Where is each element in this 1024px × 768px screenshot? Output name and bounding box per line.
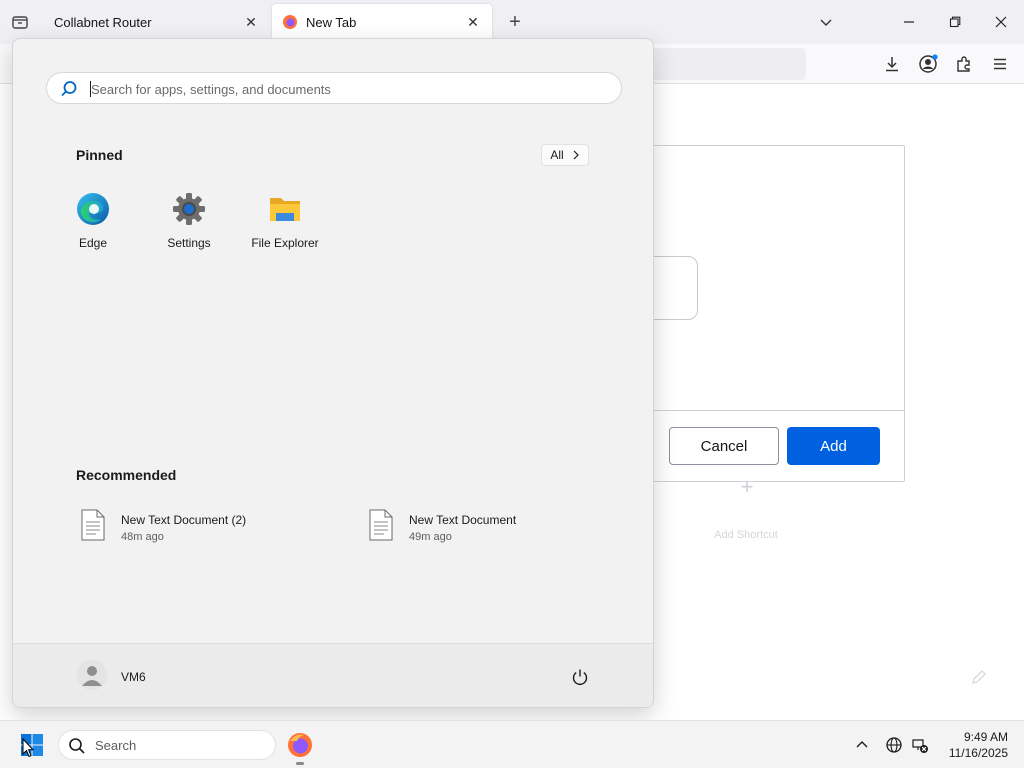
edge-icon — [77, 193, 109, 225]
start-user-bar: VM6 — [13, 643, 653, 707]
new-tab-plus-icon[interactable]: + — [504, 11, 526, 33]
clock-date: 11/16/2025 — [948, 746, 1008, 760]
pinned-app-settings[interactable]: Settings — [144, 187, 234, 257]
text-document-icon — [369, 509, 393, 541]
pinned-app-label: Edge — [78, 236, 108, 250]
recommended-item-time: 48m ago — [121, 531, 164, 543]
extensions-icon[interactable] — [952, 52, 976, 76]
taskbar: Search 9:49 AM 11/16/2025 — [0, 720, 1024, 768]
recommended-item-text: New Text Document 49m ago — [409, 509, 516, 543]
recommended-item-text: New Text Document (2) 48m ago — [121, 509, 246, 543]
close-tab-icon[interactable]: ✕ — [242, 13, 260, 31]
pinned-app-label: Settings — [167, 236, 211, 250]
taskbar-search[interactable]: Search — [58, 730, 276, 760]
text-document-icon — [81, 509, 105, 541]
start-search-box[interactable] — [46, 72, 622, 104]
tab-collabnet-router[interactable]: Collabnet Router ✕ — [42, 4, 270, 40]
close-tab-icon[interactable]: ✕ — [464, 13, 482, 31]
network-disconnected-icon[interactable] — [910, 735, 930, 755]
recommended-item-name: New Text Document (2) — [121, 513, 247, 527]
user-avatar-icon[interactable] — [77, 660, 107, 690]
add-shortcut-label[interactable]: Add Shortcut — [700, 529, 792, 541]
firefox-icon[interactable] — [286, 731, 314, 759]
pinned-heading: Pinned — [76, 147, 123, 163]
hamburger-menu-icon[interactable] — [988, 52, 1012, 76]
recommended-item[interactable]: New Text Document (2) 48m ago — [81, 509, 351, 549]
all-apps-button[interactable]: All — [541, 144, 589, 166]
search-icon — [59, 79, 79, 99]
language-globe-icon[interactable] — [884, 735, 904, 755]
all-apps-label: All — [550, 148, 564, 162]
add-shortcut-plus-icon[interactable]: + — [736, 474, 758, 499]
firefox-favicon-icon — [283, 15, 297, 29]
start-menu: Pinned All Edge Setting — [12, 38, 654, 708]
taskbar-search-label: Search — [95, 738, 137, 753]
user-name[interactable]: VM6 — [121, 670, 146, 684]
recommended-heading: Recommended — [76, 467, 177, 483]
chevron-up-icon[interactable] — [852, 735, 872, 755]
minimize-icon[interactable] — [895, 8, 923, 36]
tab-title: Collabnet Router — [54, 14, 152, 30]
add-button[interactable]: Add — [787, 427, 880, 465]
url-bar[interactable] — [630, 48, 806, 80]
chevron-right-icon — [573, 150, 579, 160]
pinned-app-label: File Explorer — [251, 236, 319, 250]
pinned-app-edge[interactable]: Edge — [48, 187, 138, 257]
tab-list-icon[interactable] — [8, 11, 32, 33]
recommended-item-time: 49m ago — [409, 531, 452, 543]
list-all-tabs-chevron-icon[interactable] — [812, 8, 840, 36]
taskbar-clock[interactable]: 9:49 AM 11/16/2025 — [936, 729, 1008, 761]
cancel-button[interactable]: Cancel — [669, 427, 779, 465]
tab-new-tab[interactable]: New Tab ✕ — [272, 4, 492, 40]
tab-title: New Tab — [306, 14, 357, 30]
search-icon — [67, 736, 87, 756]
customize-pencil-icon[interactable] — [966, 664, 992, 690]
recommended-item[interactable]: New Text Document 49m ago — [369, 509, 639, 549]
pinned-app-file-explorer[interactable]: File Explorer — [240, 187, 330, 257]
mouse-cursor-icon — [22, 738, 34, 758]
start-search-input[interactable] — [91, 77, 611, 101]
settings-gear-icon — [173, 193, 205, 225]
recommended-item-name: New Text Document — [409, 513, 517, 527]
power-icon[interactable] — [569, 666, 591, 688]
running-indicator — [296, 762, 304, 765]
account-icon[interactable] — [916, 52, 940, 76]
folder-icon — [270, 198, 300, 221]
restore-icon[interactable] — [941, 8, 969, 36]
close-window-icon[interactable] — [987, 8, 1015, 36]
clock-time: 9:49 AM — [963, 730, 1008, 744]
download-icon[interactable] — [880, 52, 904, 76]
